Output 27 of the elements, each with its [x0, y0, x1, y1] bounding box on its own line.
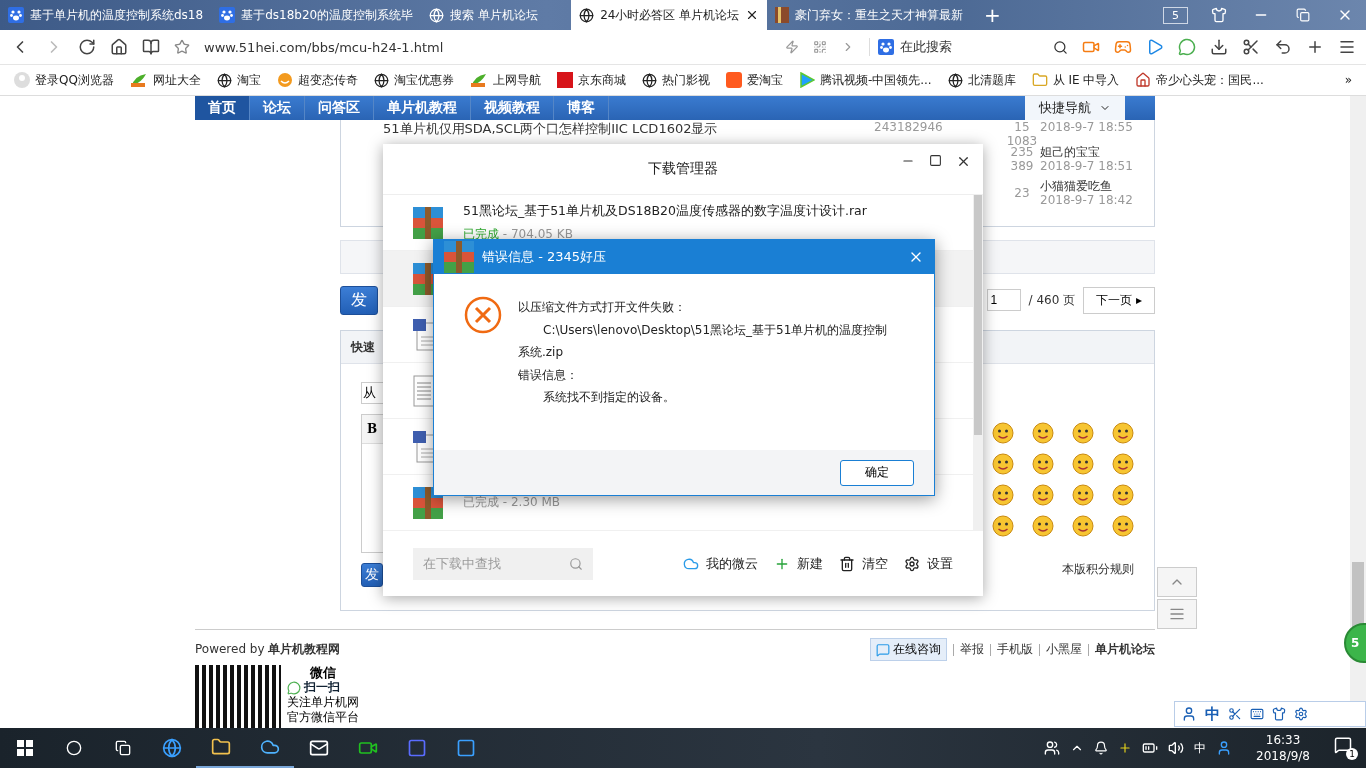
reply-count: 235 — [1010, 145, 1034, 159]
error-message: C:\Users\lenovo\Desktop\51黑论坛_基于51单片机的温度控制 — [542, 321, 888, 339]
file-name: 51黑论坛_基于51单片机及DS18B20温度传感器的数字温度计设计.rar — [463, 202, 867, 220]
platform-text: 官方微信平台 — [287, 710, 359, 725]
last-post-time: 2018-9-7 18:51 — [1040, 159, 1133, 173]
download-status: 已完成 - 704.05 KB — [463, 225, 574, 243]
view-count: 389 — [1010, 159, 1034, 173]
window-title: 下载管理器 — [648, 160, 718, 178]
reply-count: 15 — [1014, 120, 1030, 134]
follow-text: 关注单片机网 — [287, 695, 359, 710]
error-message: 以压缩文件方式打开文件失败： — [518, 299, 687, 316]
notification-count: 1 — [1346, 748, 1358, 760]
view-count: 23 — [1014, 186, 1030, 200]
scan-label: 扫一扫 — [304, 680, 340, 695]
last-post-time: 2018-9-7 18:42 — [1040, 193, 1133, 207]
panel-title: 快速 — [351, 338, 375, 356]
wechat-title: 微信 — [309, 665, 337, 680]
view-count: 1083 — [1006, 134, 1038, 148]
error-message: 系统.zip — [518, 344, 565, 361]
error-message: 系统找不到指定的设备。 — [542, 389, 676, 406]
download-status: 已完成 - 2.30 MB — [463, 494, 561, 511]
thread-author: 243182946 — [874, 120, 943, 134]
page-total: / 460 页 — [1028, 291, 1076, 309]
error-message: 错误信息： — [518, 366, 579, 384]
powered-by-text: Powered by 单片机教程网 — [195, 641, 341, 658]
last-post-time: 2018-9-7 18:55 — [1040, 120, 1133, 134]
dialog-title: 错误信息 - 2345好压 — [482, 248, 607, 266]
